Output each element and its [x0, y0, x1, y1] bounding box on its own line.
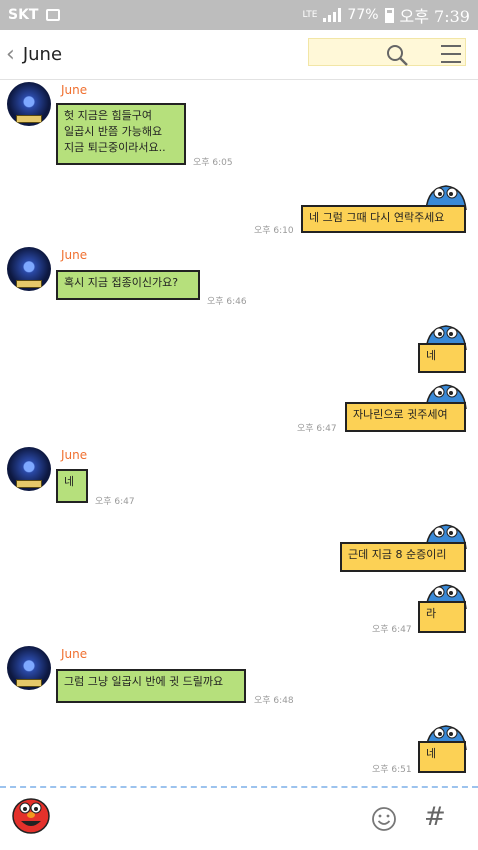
- message-bubble[interactable]: 근데 지금 8 순증이리: [340, 542, 466, 572]
- search-icon[interactable]: [385, 43, 409, 67]
- gallery-notification-icon: [46, 9, 61, 21]
- avatar[interactable]: [7, 646, 51, 690]
- chevron-left-icon[interactable]: ‹: [6, 42, 15, 67]
- message-bubble[interactable]: 네: [418, 343, 466, 373]
- message-bubble[interactable]: 그럼 그냥 일곱시 반에 귓 드릴까요: [56, 669, 246, 703]
- hamburger-menu-icon[interactable]: [441, 45, 461, 63]
- message-time: 오후 6:51: [372, 765, 412, 775]
- sender-name: June: [61, 83, 88, 97]
- sender-name: June: [61, 647, 88, 661]
- signal-icon: [323, 8, 342, 22]
- chat-log[interactable]: June 헛 지금은 힘들구여 일곱시 반쯤 가능해요 지금 퇴근중이라서요..…: [0, 81, 478, 786]
- message-time: 오후 6:47: [95, 497, 135, 507]
- network-type: LTE: [302, 9, 318, 20]
- message-bubble[interactable]: 라: [418, 601, 466, 633]
- sender-name: June: [61, 448, 88, 462]
- message-bubble[interactable]: 혹시 지금 접종이신가요?: [56, 270, 200, 300]
- elmo-icon[interactable]: [12, 798, 50, 834]
- message-bubble[interactable]: 헛 지금은 힘들구여 일곱시 반쯤 가능해요 지금 퇴근중이라서요..: [56, 103, 186, 165]
- message-bubble[interactable]: 자나린으로 귓주세여: [345, 402, 466, 432]
- message-time: 오후 6:47: [372, 625, 412, 635]
- status-bar: SKT LTE 77% 오후 7:39: [0, 0, 478, 30]
- message-time: 오후 6:10: [254, 226, 294, 236]
- message-bubble[interactable]: 네: [56, 469, 88, 503]
- carrier-label: SKT: [8, 7, 39, 23]
- chat-title: June: [22, 44, 63, 65]
- avatar[interactable]: [7, 447, 51, 491]
- message-time: 오후 6:46: [207, 297, 247, 307]
- battery-percent: 77%: [347, 7, 379, 23]
- battery-icon: [384, 7, 394, 23]
- sender-name: June: [61, 248, 88, 262]
- status-time: 오후 7:39: [399, 7, 470, 26]
- message-time: 오후 6:05: [193, 158, 233, 168]
- message-bubble[interactable]: 네 그럼 그때 다시 연락주세요: [301, 205, 466, 233]
- hash-button[interactable]: #: [424, 802, 446, 832]
- avatar[interactable]: [7, 82, 51, 126]
- smiley-icon[interactable]: [371, 806, 397, 832]
- input-bar: #: [0, 786, 478, 850]
- avatar[interactable]: [7, 247, 51, 291]
- message-bubble[interactable]: 네: [418, 741, 466, 773]
- chat-header: ‹ June: [0, 30, 478, 80]
- message-time: 오후 6:48: [254, 696, 294, 706]
- message-time: 오후 6:47: [297, 424, 337, 434]
